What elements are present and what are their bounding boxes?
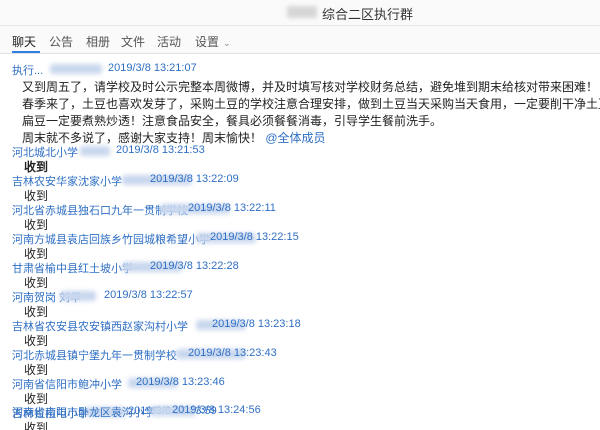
reply-timestamp: 2019/3/8 13:22:11 <box>188 202 276 214</box>
reply-timestamp: 2019/3/8 13:22:57 <box>104 289 193 301</box>
tab-bar: 聊天 公告 相册 文件 活动 设置 ⌄ <box>0 26 600 54</box>
tab-settings[interactable]: 设置 ⌄ <box>195 33 231 50</box>
message-header: 执行... <box>12 62 43 78</box>
reply-timestamp: 2019/3/8 13:22:15 <box>210 231 299 243</box>
tab-album[interactable]: 相册 <box>86 33 110 50</box>
redacted-sender-name <box>80 146 110 156</box>
redacted-sender-name <box>60 291 96 301</box>
tab-settings-label: 设置 <box>195 35 220 49</box>
message-text-line: 又到周五了，请学校及时公示完整本周微博，并及时填写核对学校财务总结，避免堆到期末… <box>22 80 599 94</box>
mention-all-link[interactable]: @全体成员 <box>265 131 325 145</box>
message-sender[interactable]: 执行... <box>12 65 43 77</box>
redacted-title-prefix <box>287 6 317 18</box>
message-text-line: 春季来了，土豆也喜欢发芽了，采购土豆的学校注意合理安排，做到土豆当天采购当天食用… <box>22 97 600 111</box>
reply-timestamp: 2019/3/8 13:23:43 <box>188 347 277 359</box>
message-timestamp: 2019/3/8 13:21:07 <box>108 62 197 74</box>
redacted-sender-name <box>50 64 102 74</box>
reply-timestamp: 2019/3/8 13:21:53 <box>116 144 205 156</box>
window-titlebar: 综合二区执行群 <box>0 0 600 26</box>
reply-timestamp: 2019/3/8 13:22:09 <box>150 173 239 185</box>
chat-message-list[interactable]: 执行... 2019/3/8 13:21:07 又到周五了，请学校及时公示完整本… <box>0 54 600 430</box>
reply-timestamp: 2019/3/8 13:22:28 <box>150 260 239 272</box>
reply-sender[interactable]: 河南省南阳市卧龙区袁沟小学 <box>12 404 155 420</box>
reply-timestamp: 2019/3/8 13:24:56 <box>172 404 261 416</box>
reply-text: 收到 <box>24 421 49 430</box>
message-text-line: 扁豆一定要煮熟炒透！注意食品安全，餐具必须餐餐消毒，引导学生餐前洗手。 <box>22 114 443 128</box>
chevron-down-icon: ⌄ <box>223 38 231 48</box>
tab-announcements[interactable]: 公告 <box>49 33 73 50</box>
reply-timestamp: 2019/3/8 13:23:46 <box>136 376 225 388</box>
tab-files[interactable]: 文件 <box>121 33 145 50</box>
message-text: 周末就不多说了，感谢大家支持！周末愉快！ <box>22 131 263 145</box>
window-title: 综合二区执行群 <box>322 7 414 22</box>
active-tab-indicator <box>12 51 40 53</box>
tab-chat[interactable]: 聊天 <box>12 33 36 50</box>
tab-activities[interactable]: 活动 <box>157 33 181 50</box>
reply-timestamp: 2019/3/8 13:23:18 <box>212 318 301 330</box>
